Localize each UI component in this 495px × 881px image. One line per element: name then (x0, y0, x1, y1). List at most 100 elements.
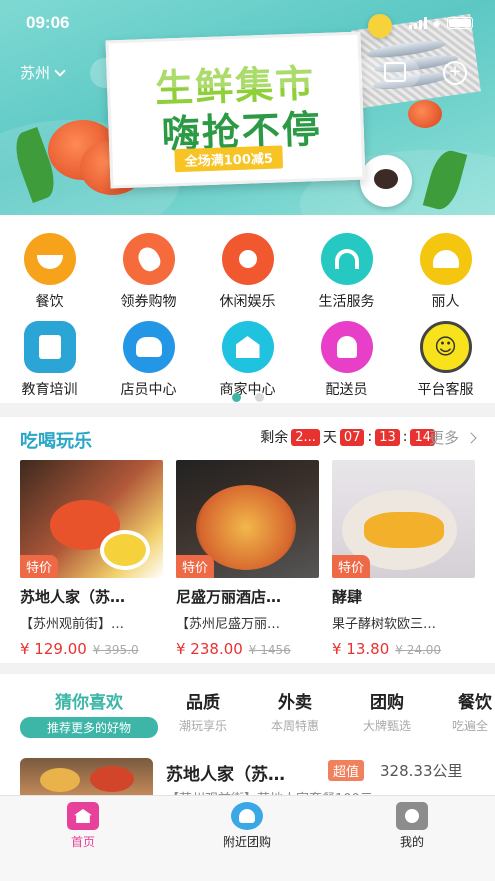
profile-icon (396, 802, 428, 830)
category-item-merchant-center[interactable]: 商家中心 (198, 321, 297, 399)
tab-title: 品质 (186, 693, 220, 713)
city-label: 苏州 (20, 64, 51, 82)
product-card[interactable]: 特价 尼盛万丽酒店… 【苏州尼盛万丽… ¥ 238.00 ¥ 1456 (176, 460, 319, 658)
tab-takeout[interactable]: 外卖 本周特惠 (264, 688, 326, 734)
category-item-services[interactable]: 生活服务 (297, 233, 396, 311)
nearby-icon (231, 802, 263, 830)
category-label: 休闲娱乐 (219, 294, 276, 310)
smiley-headset-icon: ☺ (419, 321, 472, 373)
bottom-nav: 首页 附近团购 我的 (0, 795, 495, 881)
nav-home[interactable]: 首页 (33, 802, 133, 850)
ginkgo-icon (419, 233, 472, 285)
list-item-name: 苏地人家（苏… (166, 765, 285, 785)
person-icon (221, 233, 274, 285)
tab-dining[interactable]: 餐饮 吃遍全 (446, 688, 495, 734)
more-label: 更多 (428, 429, 459, 447)
list-item[interactable]: 苏地人家（苏… 超值 328.33公里 【苏州观前街】苏地人家套餐100元 (0, 758, 495, 796)
page-indicator (0, 393, 495, 402)
tab-guess-you-like[interactable]: 猜你喜欢 推荐更多的好物 (20, 688, 158, 738)
product-old-price: ¥ 395.0 (92, 643, 139, 657)
chevron-right-icon (465, 431, 477, 444)
tab-subtitle: 大牌甄选 (362, 719, 411, 733)
category-grid: 餐饮 领券购物 休闲娱乐 生活服务 丽人 教育培训 店员中心 商家中心 配送员 … (0, 215, 495, 403)
drumstick-icon (122, 233, 175, 285)
tab-title: 餐饮 (458, 693, 492, 713)
tab-subtitle: 本周特惠 (270, 719, 319, 733)
category-item-entertainment[interactable]: 休闲娱乐 (198, 233, 297, 311)
flash-sale-title: 吃喝玩乐 (20, 431, 92, 452)
tab-title: 外卖 (278, 693, 312, 713)
scan-icon[interactable] (384, 62, 406, 82)
tab-quality[interactable]: 品质 潮玩享乐 (172, 688, 234, 734)
product-name: 苏地人家（苏… (20, 588, 126, 606)
category-item-customer-service[interactable]: ☺ 平台客服 (396, 321, 495, 399)
list-icon (23, 321, 76, 373)
castle-icon (221, 321, 274, 373)
chevron-down-icon (54, 64, 66, 77)
status-time: 09:06 (26, 13, 70, 32)
tab-title: 猜你喜欢 (55, 693, 123, 713)
distance-label: 328.33公里 (380, 762, 463, 780)
product-price: ¥ 129.00 (20, 640, 87, 658)
countdown-hours: 07 (339, 428, 365, 446)
team-icon (122, 321, 175, 373)
product-old-price: ¥ 1456 (248, 643, 291, 657)
banner-poster: 生鲜集市 嗨抢不停 全场满100减5 (105, 31, 366, 189)
tab-subtitle: 吃遍全 (452, 719, 489, 733)
promo-banner[interactable]: 生鲜集市 嗨抢不停 全场满100减5 09:06 ● 苏州 + (0, 0, 495, 215)
tab-subtitle: 潮玩享乐 (178, 719, 227, 733)
nav-label: 首页 (70, 835, 95, 849)
countdown-minutes: 13 (375, 428, 400, 446)
courier-icon (320, 321, 373, 373)
category-item-coupons[interactable]: 领券购物 (99, 233, 198, 311)
nav-label: 我的 (399, 835, 424, 849)
product-name: 尼盛万丽酒店… (176, 588, 282, 606)
product-card[interactable]: 特价 酵肆 果子酵树软欧三… ¥ 13.80 ¥ 24.00 (332, 460, 475, 658)
special-price-badge: 特价 (176, 555, 215, 578)
category-item-staff-center[interactable]: 店员中心 (99, 321, 198, 399)
tab-title: 团购 (370, 693, 404, 713)
tab-group-buy[interactable]: 团购 大牌甄选 (356, 688, 418, 734)
product-name: 酵肆 (332, 588, 363, 606)
category-item-education[interactable]: 教育培训 (0, 321, 99, 399)
value-badge: 超值 (328, 760, 365, 781)
category-item-courier[interactable]: 配送员 (297, 321, 396, 399)
add-icon[interactable]: + (443, 61, 467, 85)
product-image: 特价 (332, 460, 475, 578)
countdown-sep: : (402, 429, 408, 445)
headset-icon (320, 233, 373, 285)
countdown-days: 2... (291, 428, 320, 446)
tab-subtitle: 推荐更多的好物 (20, 717, 158, 738)
category-item-beauty[interactable]: 丽人 (396, 233, 495, 311)
countdown-day-unit: 天 (322, 430, 337, 446)
nav-nearby-group[interactable]: 附近团购 (197, 802, 297, 850)
category-label: 餐饮 (35, 294, 64, 310)
shellfish-plate-decoration (360, 155, 412, 207)
nav-label: 附近团购 (222, 835, 271, 849)
countdown-sep: : (367, 429, 373, 445)
signal-icon (408, 17, 427, 29)
category-label: 领券购物 (120, 294, 177, 310)
special-price-badge: 特价 (332, 555, 371, 578)
banner-promo: 全场满100减5 (174, 145, 284, 173)
status-bar: 09:06 ● (26, 12, 473, 34)
more-link[interactable]: 更多 (428, 427, 477, 448)
category-item-dining[interactable]: 餐饮 (0, 233, 99, 311)
product-card[interactable]: 特价 苏地人家（苏… 【苏州观前街】… ¥ 129.00 ¥ 395.0 (20, 460, 163, 658)
nav-profile[interactable]: 我的 (362, 802, 462, 850)
product-price: ¥ 13.80 (332, 640, 390, 658)
countdown-label: 剩余 (260, 430, 289, 446)
product-price: ¥ 238.00 (176, 640, 243, 658)
wifi-icon: ● (432, 15, 441, 31)
product-image: 特价 (176, 460, 319, 578)
bowl-icon (23, 233, 76, 285)
category-label: 丽人 (431, 294, 460, 310)
product-desc: 果子酵树软欧三… (332, 617, 437, 632)
battery-icon (447, 17, 473, 29)
product-old-price: ¥ 24.00 (395, 643, 442, 657)
city-selector[interactable]: 苏州 (20, 62, 66, 83)
category-label: 生活服务 (318, 294, 375, 310)
search-bar[interactable] (90, 58, 420, 88)
home-icon (67, 802, 99, 830)
special-price-badge: 特价 (20, 555, 59, 578)
